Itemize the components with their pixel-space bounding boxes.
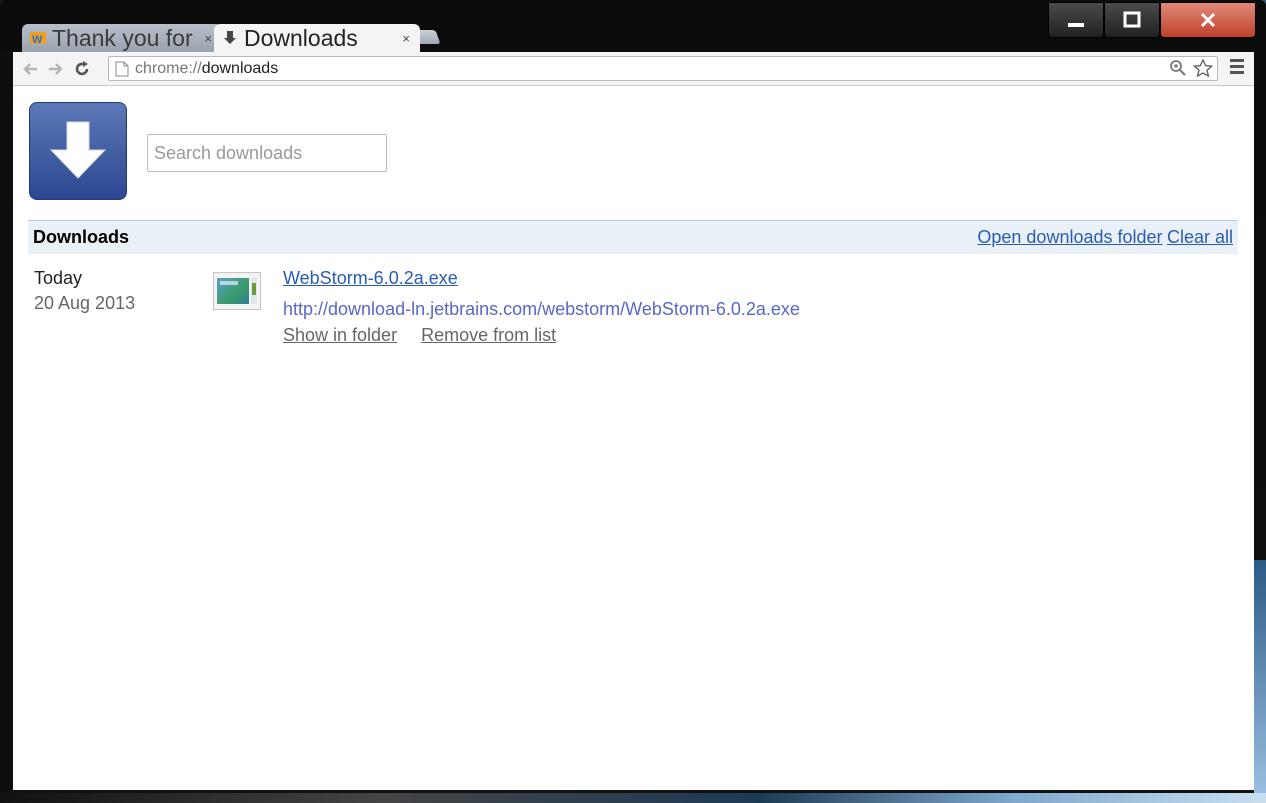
page-content: Downloads Open downloads folder Clear al…: [13, 86, 1254, 790]
reload-button[interactable]: [69, 56, 95, 82]
desktop-background: [1254, 560, 1266, 803]
search-input[interactable]: [147, 134, 387, 172]
tab-close-icon[interactable]: ×: [204, 31, 212, 46]
bookmark-star-icon[interactable]: [1193, 59, 1213, 77]
downloads-logo-icon: [29, 102, 127, 200]
show-in-folder-link[interactable]: Show in folder: [283, 323, 397, 347]
file-type-icon: [213, 272, 261, 310]
close-window-button[interactable]: [1160, 2, 1256, 38]
tab-thank-you[interactable]: W Thank you for ×: [22, 24, 222, 52]
page-icon: [115, 61, 129, 76]
header-links: Open downloads folder Clear all: [977, 227, 1233, 248]
source-url[interactable]: http://download-ln.jetbrains.com/webstor…: [283, 297, 800, 321]
back-button[interactable]: [17, 56, 43, 82]
date-column: Today 20 Aug 2013: [34, 266, 135, 316]
tab-strip: W Thank you for × Downloads ×: [14, 24, 1014, 52]
chrome-menu-button[interactable]: [1230, 59, 1244, 77]
tab-close-icon[interactable]: ×: [402, 31, 410, 46]
window-frame-left: [0, 52, 13, 792]
open-downloads-folder-link[interactable]: Open downloads folder: [977, 227, 1162, 247]
url-host: downloads: [201, 59, 279, 77]
close-icon: [1200, 12, 1216, 28]
day-label: Today: [34, 268, 83, 288]
clear-all-link[interactable]: Clear all: [1167, 227, 1233, 247]
svg-text:W: W: [32, 34, 43, 46]
taskbar-edge: [0, 793, 1266, 803]
remove-from-list-link[interactable]: Remove from list: [421, 323, 556, 347]
url-scheme: chrome://: [135, 59, 202, 77]
download-item: WebStorm-6.0.2a.exe http://download-ln.j…: [283, 266, 800, 347]
forward-arrow-icon: [49, 62, 63, 75]
address-bar[interactable]: chrome://downloads: [108, 56, 1218, 81]
forward-button[interactable]: [43, 56, 69, 82]
tab-downloads[interactable]: Downloads ×: [214, 24, 420, 52]
browser-window: W Thank you for × Downloads × chrome:// …: [0, 0, 1266, 803]
file-name-link[interactable]: WebStorm-6.0.2a.exe: [283, 266, 800, 290]
menu-icon: [1230, 59, 1244, 62]
tab-title: Downloads: [244, 25, 358, 51]
zoom-icon[interactable]: [1169, 59, 1187, 77]
downloads-header: Downloads Open downloads folder Clear al…: [28, 220, 1238, 254]
maximize-button[interactable]: [1104, 2, 1160, 38]
maximize-icon: [1123, 11, 1141, 28]
download-favicon-icon: [222, 30, 238, 46]
tab-title: Thank you for: [52, 25, 193, 51]
omnibox-icons: [1169, 59, 1213, 77]
toolbar: chrome://downloads: [13, 52, 1254, 86]
date-label: 20 Aug 2013: [34, 293, 136, 313]
webstorm-favicon-icon: W: [30, 30, 46, 46]
window-controls: [1048, 2, 1256, 40]
back-arrow-icon: [23, 62, 37, 75]
item-actions: Show in folder Remove from list: [283, 323, 800, 347]
minimize-icon: [1068, 23, 1084, 27]
reload-icon: [75, 60, 89, 75]
section-title: Downloads: [33, 227, 130, 247]
minimize-button[interactable]: [1048, 2, 1104, 38]
